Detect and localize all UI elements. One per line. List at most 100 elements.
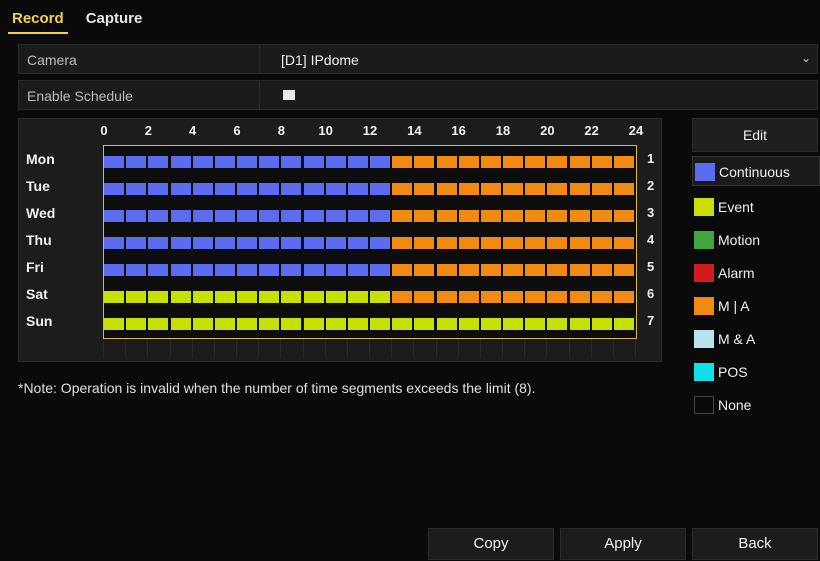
schedule-cell[interactable]: [525, 183, 548, 195]
schedule-cell[interactable]: [370, 318, 393, 330]
schedule-cell[interactable]: [192, 264, 215, 276]
schedule-cell[interactable]: [237, 318, 260, 330]
schedule-cell[interactable]: [281, 156, 304, 168]
legend-item-event[interactable]: Event: [692, 192, 820, 222]
schedule-cell[interactable]: [303, 291, 326, 303]
enable-schedule-checkbox[interactable]: [283, 90, 295, 100]
schedule-cell[interactable]: [525, 210, 548, 222]
schedule-cell[interactable]: [458, 156, 481, 168]
schedule-cell[interactable]: [414, 156, 437, 168]
schedule-cell[interactable]: [148, 156, 171, 168]
schedule-cell[interactable]: [259, 318, 282, 330]
schedule-cell[interactable]: [126, 318, 149, 330]
schedule-cell[interactable]: [303, 156, 326, 168]
schedule-cell[interactable]: [192, 210, 215, 222]
schedule-cell[interactable]: [370, 183, 393, 195]
schedule-cell[interactable]: [569, 264, 592, 276]
schedule-cell[interactable]: [148, 237, 171, 249]
schedule-cell[interactable]: [347, 156, 370, 168]
schedule-cell[interactable]: [325, 237, 348, 249]
schedule-cell[interactable]: [214, 183, 237, 195]
schedule-cell[interactable]: [170, 318, 193, 330]
schedule-cell[interactable]: [148, 264, 171, 276]
schedule-cell[interactable]: [569, 183, 592, 195]
schedule-cell[interactable]: [259, 210, 282, 222]
legend-item-none[interactable]: None: [692, 390, 820, 420]
schedule-cell[interactable]: [370, 156, 393, 168]
schedule-cell[interactable]: [303, 237, 326, 249]
schedule-cell[interactable]: [591, 264, 614, 276]
schedule-cell[interactable]: [414, 237, 437, 249]
schedule-cell[interactable]: [259, 291, 282, 303]
schedule-cell[interactable]: [458, 237, 481, 249]
schedule-cell[interactable]: [237, 156, 260, 168]
schedule-cell[interactable]: [347, 264, 370, 276]
schedule-cell[interactable]: [192, 156, 215, 168]
schedule-cell[interactable]: [591, 318, 614, 330]
schedule-cell[interactable]: [192, 318, 215, 330]
copy-button[interactable]: Copy: [428, 528, 554, 560]
schedule-cell[interactable]: [392, 264, 415, 276]
schedule-cell[interactable]: [148, 318, 171, 330]
schedule-cell[interactable]: [170, 237, 193, 249]
schedule-grid[interactable]: [103, 145, 637, 339]
schedule-cell[interactable]: [281, 237, 304, 249]
schedule-cell[interactable]: [347, 318, 370, 330]
schedule-cell[interactable]: [392, 183, 415, 195]
schedule-cell[interactable]: [503, 183, 526, 195]
schedule-cell[interactable]: [458, 291, 481, 303]
back-button[interactable]: Back: [692, 528, 818, 560]
legend-item-m-a[interactable]: M & A: [692, 324, 820, 354]
schedule-cell[interactable]: [436, 291, 459, 303]
schedule-cell[interactable]: [392, 318, 415, 330]
legend-item-continuous[interactable]: Continuous: [692, 156, 820, 186]
schedule-cell[interactable]: [547, 183, 570, 195]
schedule-cell[interactable]: [547, 318, 570, 330]
schedule-cell[interactable]: [458, 264, 481, 276]
schedule-cell[interactable]: [281, 291, 304, 303]
schedule-cell[interactable]: [214, 291, 237, 303]
schedule-cell[interactable]: [569, 237, 592, 249]
schedule-cell[interactable]: [480, 291, 503, 303]
schedule-cell[interactable]: [325, 210, 348, 222]
schedule-cell[interactable]: [613, 183, 636, 195]
schedule-cell[interactable]: [525, 237, 548, 249]
schedule-cell[interactable]: [569, 156, 592, 168]
schedule-cell[interactable]: [414, 291, 437, 303]
camera-select[interactable]: [D1] IPdome: [281, 52, 359, 68]
schedule-cell[interactable]: [303, 264, 326, 276]
edit-button[interactable]: Edit: [692, 118, 818, 152]
schedule-cell[interactable]: [547, 291, 570, 303]
schedule-cell[interactable]: [126, 237, 149, 249]
schedule-cell[interactable]: [392, 237, 415, 249]
apply-button[interactable]: Apply: [560, 528, 686, 560]
schedule-cell[interactable]: [347, 183, 370, 195]
schedule-cell[interactable]: [392, 156, 415, 168]
schedule-cell[interactable]: [214, 264, 237, 276]
schedule-cell[interactable]: [436, 264, 459, 276]
schedule-cell[interactable]: [237, 291, 260, 303]
schedule-cell[interactable]: [126, 210, 149, 222]
schedule-cell[interactable]: [392, 210, 415, 222]
schedule-cell[interactable]: [104, 237, 127, 249]
tab-capture[interactable]: Capture: [82, 4, 147, 34]
schedule-cell[interactable]: [569, 291, 592, 303]
schedule-cell[interactable]: [170, 210, 193, 222]
schedule-cell[interactable]: [126, 183, 149, 195]
schedule-cell[interactable]: [547, 264, 570, 276]
schedule-cell[interactable]: [480, 183, 503, 195]
schedule-cell[interactable]: [503, 237, 526, 249]
schedule-cell[interactable]: [525, 318, 548, 330]
schedule-cell[interactable]: [259, 183, 282, 195]
schedule-cell[interactable]: [325, 183, 348, 195]
schedule-cell[interactable]: [436, 237, 459, 249]
schedule-cell[interactable]: [104, 183, 127, 195]
schedule-cell[interactable]: [591, 237, 614, 249]
schedule-cell[interactable]: [547, 210, 570, 222]
schedule-cell[interactable]: [613, 156, 636, 168]
legend-item-m-a[interactable]: M | A: [692, 291, 820, 321]
tab-record[interactable]: Record: [8, 4, 68, 34]
schedule-cell[interactable]: [480, 237, 503, 249]
schedule-cell[interactable]: [613, 237, 636, 249]
schedule-cell[interactable]: [347, 210, 370, 222]
